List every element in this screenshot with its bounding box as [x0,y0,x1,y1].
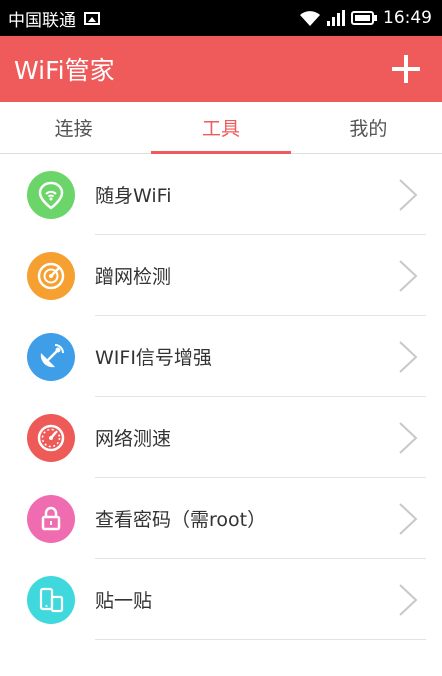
app-bar: WiFi管家 [0,36,442,102]
tab-mine[interactable]: 我的 [295,102,442,153]
tool-label: 贴一贴 [95,590,153,612]
tool-label: 随身WiFi [95,185,172,207]
wifi-signal-icon [300,11,320,26]
chevron-right-icon [399,259,418,292]
cell-signal-icon [327,10,345,26]
image-notification-icon [84,11,100,25]
tool-signal-boost[interactable]: WIFI信号增强 [0,316,442,397]
lock-icon [27,494,75,543]
tool-speed-test[interactable]: 网络测速 [0,397,442,478]
tool-freeloader-detect[interactable]: 蹭网检测 [0,235,442,316]
status-bar: 中国联通 16:49 [0,0,442,36]
status-left: 中国联通 [8,6,100,31]
radar-scan-icon [27,251,75,300]
tab-connect[interactable]: 连接 [0,102,147,153]
tool-label: WIFI信号增强 [95,347,212,369]
app-title: WiFi管家 [14,56,115,85]
tool-tap-share[interactable]: 贴一贴 [0,559,442,640]
chevron-right-icon [399,340,418,373]
satellite-dish-icon [27,332,75,381]
tool-view-password[interactable]: 查看密码（需root） [0,478,442,559]
chevron-right-icon [399,502,418,535]
battery-icon [351,11,377,25]
tool-label: 查看密码（需root） [95,509,267,531]
chevron-right-icon [399,583,418,616]
carrier-name: 中国联通 [8,10,76,31]
status-right: 16:49 [299,8,432,28]
tab-bar: 连接 工具 我的 [0,102,442,154]
row-divider [95,639,426,640]
tab-tools[interactable]: 工具 [147,102,294,154]
clock-time: 16:49 [383,8,432,28]
tool-portable-wifi[interactable]: 随身WiFi [0,154,442,235]
add-button[interactable] [390,53,422,85]
phone-transfer-icon [27,575,75,624]
portable-wifi-icon [27,170,75,219]
chevron-right-icon [399,421,418,454]
tool-label: 网络测速 [95,428,172,450]
speedometer-icon [27,413,75,462]
tools-list: 随身WiFi 蹭网检测 WIFI信号增强 网络测速 查看密码（需root） 贴一… [0,154,442,640]
chevron-right-icon [399,178,418,211]
tool-label: 蹭网检测 [95,266,172,288]
